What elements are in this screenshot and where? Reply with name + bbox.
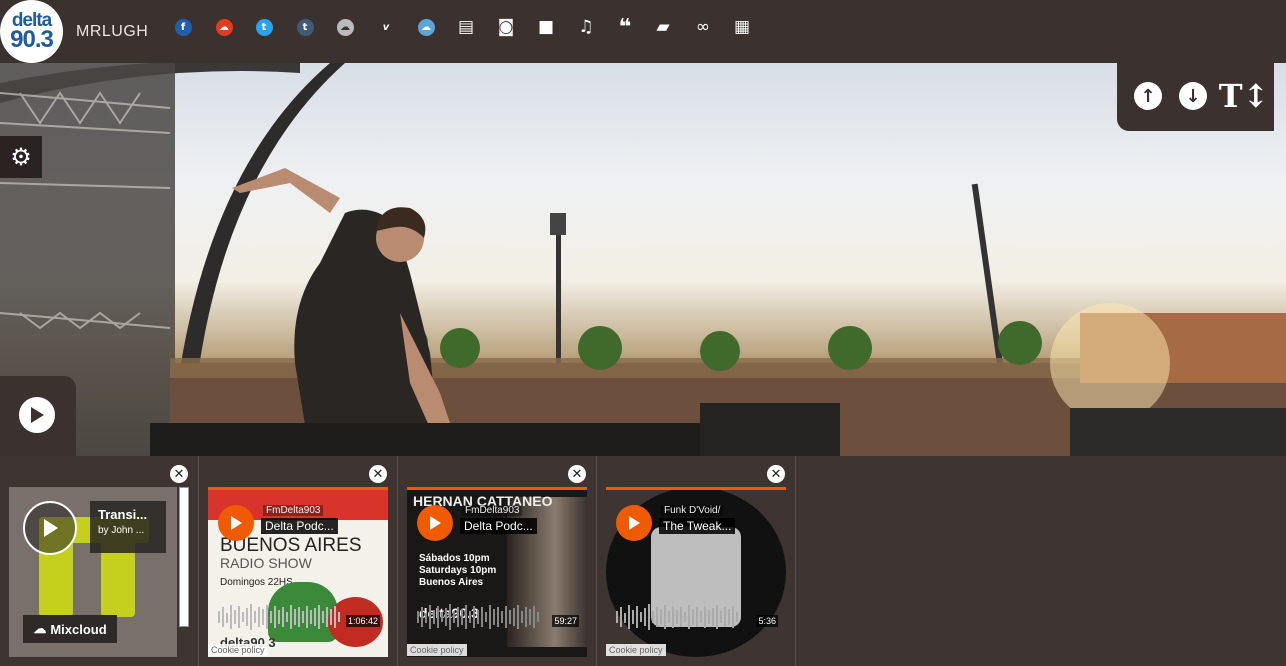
- track-duration: 1:06:42: [345, 615, 380, 627]
- font-size-toggle[interactable]: T↕: [1219, 77, 1270, 115]
- soundcloud-user[interactable]: Funk D'Void/: [661, 505, 724, 516]
- track-duration: 5:36: [756, 615, 778, 627]
- soundcloud-track[interactable]: Delta Podc...: [460, 518, 537, 534]
- tumblr-icon[interactable]: t: [295, 17, 315, 37]
- vimeo-icon[interactable]: v: [376, 17, 396, 37]
- gears-icon: ⚙: [10, 143, 32, 171]
- page-nav-panel: ↑ ↓ T↕: [1117, 63, 1274, 131]
- soundcloud-track[interactable]: The Tweak...: [659, 518, 736, 534]
- username[interactable]: MRLUGH: [76, 23, 148, 41]
- mixcloud-info[interactable]: Transi... by John ...: [90, 501, 166, 553]
- play-icon: [430, 516, 441, 530]
- cookie-policy-link[interactable]: Cookie policy: [208, 644, 268, 656]
- camera-icon[interactable]: ◙: [496, 17, 516, 37]
- play-icon: [231, 516, 242, 530]
- mixcloud-title: Transi...: [98, 507, 148, 522]
- soundcloud-widget-1: BUENOS AIRES RADIO SHOW Domingos 22HS de…: [208, 487, 388, 657]
- sidebar-player: [0, 376, 76, 456]
- soundcloud-widget-3: Funk D'Void/ The Tweak... 5:36 Cookie po…: [606, 487, 786, 657]
- play-button[interactable]: [17, 395, 57, 435]
- mixcloud-brand-link[interactable]: ☁ Mixcloud: [23, 615, 117, 643]
- delta-logo[interactable]: delta 90.3: [0, 0, 63, 63]
- waveform[interactable]: [417, 601, 567, 631]
- track-duration: 59:27: [552, 615, 579, 627]
- soundcloud-play-button[interactable]: [616, 505, 652, 541]
- cookie-policy-link[interactable]: Cookie policy: [606, 644, 666, 656]
- play-icon: [31, 407, 44, 423]
- waveform[interactable]: [616, 601, 766, 631]
- mixcloud-author: by John ...: [98, 525, 145, 536]
- video-icon[interactable]: ■: [536, 17, 556, 37]
- play-icon: [44, 519, 58, 537]
- widget-scrollbar[interactable]: [179, 487, 189, 627]
- soundcloud-icon[interactable]: ☁: [214, 17, 234, 37]
- arrow-down-icon: ↓: [1179, 82, 1207, 110]
- close-widget-2-button[interactable]: ✕: [369, 465, 387, 483]
- play-icon: [629, 516, 640, 530]
- close-icon: ✕: [173, 466, 185, 482]
- settings-button[interactable]: ⚙: [0, 136, 42, 178]
- book-icon[interactable]: ▰: [653, 17, 673, 37]
- scroll-down-button[interactable]: ↓: [1177, 80, 1209, 112]
- soundcloud-play-button[interactable]: [417, 505, 453, 541]
- cookie-policy-link[interactable]: Cookie policy: [407, 644, 467, 656]
- close-widget-4-button[interactable]: ✕: [767, 465, 785, 483]
- twitter-icon[interactable]: t: [254, 17, 274, 37]
- text-size-icon: T↕: [1218, 77, 1270, 115]
- top-bar: delta 90.3 MRLUGH f ☁ t t ☁ v ☁ ▤ ◙ ■ ♫ …: [0, 0, 1286, 63]
- soundcloud-user[interactable]: FmDelta903: [462, 505, 523, 516]
- scroll-up-button[interactable]: ↑: [1132, 80, 1164, 112]
- festival-scene: [0, 63, 1286, 456]
- soundcloud-play-button[interactable]: [218, 505, 254, 541]
- close-icon: ✕: [571, 466, 583, 482]
- calendar-icon[interactable]: ▦: [732, 17, 752, 37]
- close-widget-1-button[interactable]: ✕: [170, 465, 188, 483]
- facebook-icon[interactable]: f: [173, 17, 193, 37]
- cloud-icon: ☁: [33, 621, 47, 636]
- arrow-up-icon: ↑: [1134, 82, 1162, 110]
- cloud-sync-icon[interactable]: ☁: [416, 17, 436, 37]
- close-icon: ✕: [372, 466, 384, 482]
- close-widget-3-button[interactable]: ✕: [568, 465, 586, 483]
- close-icon: ✕: [770, 466, 782, 482]
- hero-image: [0, 63, 1286, 456]
- document-icon[interactable]: ▤: [456, 17, 476, 37]
- mixcloud-play-button[interactable]: [23, 501, 77, 555]
- mixcloud-widget: Transi... by John ... ☁ Mixcloud: [9, 487, 177, 657]
- quote-icon[interactable]: ❝: [615, 15, 635, 40]
- link-icon[interactable]: ∞: [693, 17, 713, 37]
- music-icon[interactable]: ♫: [576, 17, 596, 37]
- mixcloud-icon[interactable]: ☁: [335, 17, 355, 37]
- soundcloud-track[interactable]: Delta Podc...: [261, 518, 338, 534]
- soundcloud-user[interactable]: FmDelta903: [263, 505, 324, 516]
- soundcloud-widget-2: HERNAN CATTANEO Sábados 10pm Saturdays 1…: [407, 487, 587, 657]
